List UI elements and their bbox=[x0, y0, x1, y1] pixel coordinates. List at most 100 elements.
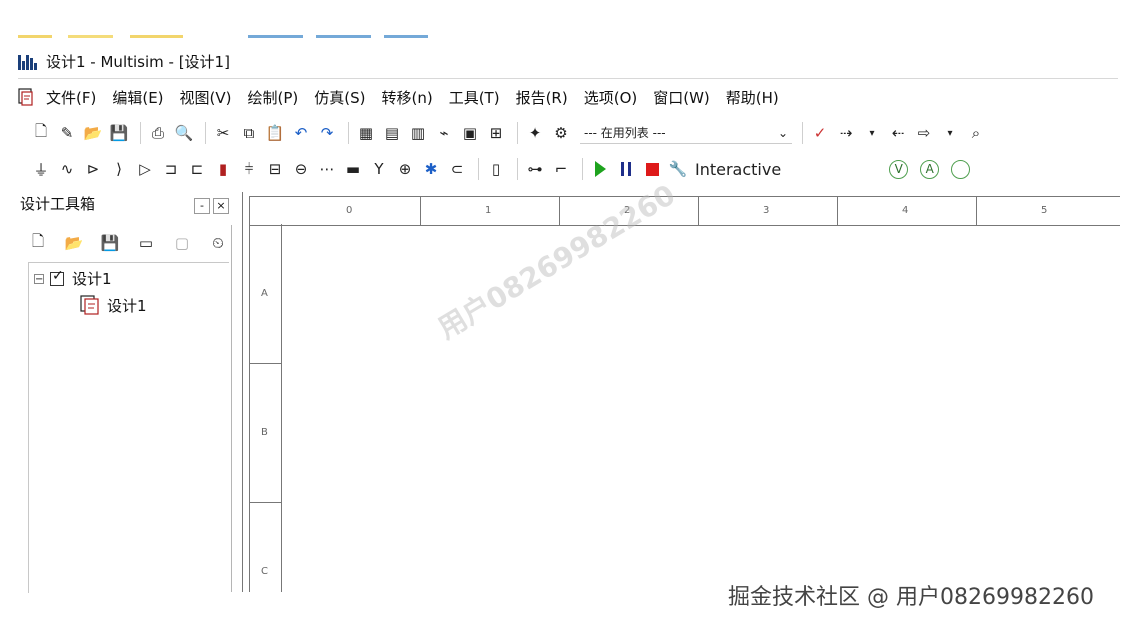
toolbar-separator bbox=[205, 122, 206, 144]
spreadsheet-icon[interactable]: ▤ bbox=[381, 123, 403, 143]
column-label: 0 bbox=[346, 205, 353, 216]
design-toolbox-icon[interactable]: ▦ bbox=[355, 123, 377, 143]
menu-transfer[interactable]: 转移(n) bbox=[381, 87, 432, 108]
top-color-strip bbox=[0, 0, 1137, 40]
grapher-icon[interactable]: ▥ bbox=[407, 123, 429, 143]
resistor-component-icon[interactable]: ∿ bbox=[56, 159, 78, 179]
open-file-icon[interactable]: ✎ bbox=[56, 123, 78, 143]
search-icon[interactable]: ⌕ bbox=[965, 123, 987, 143]
open-design-icon[interactable]: 📂 bbox=[63, 233, 85, 253]
copy-icon[interactable]: ⧉ bbox=[238, 123, 260, 143]
menu-options[interactable]: 选项(O) bbox=[584, 87, 638, 108]
dropdown-arrow-icon[interactable]: ▾ bbox=[861, 123, 883, 143]
misc-component-icon[interactable]: ⋯ bbox=[316, 159, 338, 179]
new-file-icon[interactable]: 🗋 bbox=[30, 122, 52, 143]
mcu-component-icon[interactable]: ▮ bbox=[212, 159, 234, 179]
ttl-component-icon[interactable]: ⊐ bbox=[160, 159, 182, 179]
tree-child-item[interactable]: 设计1 bbox=[79, 294, 147, 316]
pause-simulation-icon[interactable] bbox=[615, 159, 637, 179]
simulation-mode-label[interactable]: Interactive bbox=[695, 160, 781, 179]
place-component-icon[interactable]: ✦ bbox=[524, 123, 546, 143]
menu-tools[interactable]: 工具(T) bbox=[449, 87, 500, 108]
electromechanical-icon[interactable]: ⊕ bbox=[394, 159, 416, 179]
row-divider bbox=[250, 502, 281, 503]
menu-view[interactable]: 视图(V) bbox=[180, 87, 232, 108]
cmos-component-icon[interactable]: ⊏ bbox=[186, 159, 208, 179]
document-menu-icon[interactable] bbox=[16, 87, 36, 107]
cut-icon[interactable]: ✂ bbox=[212, 123, 234, 143]
menu-window[interactable]: 窗口(W) bbox=[653, 87, 710, 108]
power-probe-icon[interactable] bbox=[951, 159, 971, 179]
undo-icon[interactable]: ↶ bbox=[290, 123, 312, 143]
hierarchical-block-icon[interactable]: ▯ bbox=[485, 159, 507, 179]
erc-check-icon[interactable]: ✓ bbox=[809, 123, 831, 143]
menu-simulate[interactable]: 仿真(S) bbox=[314, 87, 365, 108]
wrench-icon[interactable]: 🔧 bbox=[667, 159, 689, 179]
dropdown-arrow-icon[interactable]: ▾ bbox=[939, 123, 961, 143]
run-simulation-icon[interactable] bbox=[589, 159, 611, 179]
tree-root-label: 设计1 bbox=[72, 270, 112, 288]
ni-component-icon[interactable]: ✱ bbox=[420, 159, 442, 179]
new-design-icon[interactable]: 🗋 bbox=[27, 232, 49, 253]
paste-icon[interactable]: 📋 bbox=[264, 123, 286, 143]
toolbar-separator bbox=[348, 122, 349, 144]
row-divider bbox=[250, 363, 281, 364]
column-label: 1 bbox=[485, 205, 492, 216]
source-component-icon[interactable]: ⏚ bbox=[30, 159, 52, 179]
power-component-icon[interactable]: ⊖ bbox=[290, 159, 312, 179]
calculator-icon[interactable]: ▣ bbox=[459, 123, 481, 143]
row-label: B bbox=[261, 427, 268, 438]
menu-edit[interactable]: 编辑(E) bbox=[112, 87, 163, 108]
delete-sheet-icon[interactable]: ▢ bbox=[171, 233, 193, 253]
print-icon[interactable]: ⎙ bbox=[147, 123, 169, 143]
forward-annotate-icon[interactable]: ⇠ bbox=[887, 123, 909, 143]
open-folder-icon[interactable]: 📂 bbox=[82, 123, 104, 143]
menu-file[interactable]: 文件(F) bbox=[46, 87, 96, 108]
probe-icon[interactable]: ⌐ bbox=[550, 159, 572, 179]
rf-component-icon[interactable]: Y bbox=[368, 159, 390, 179]
hierarchy-icon[interactable]: ⊞ bbox=[485, 123, 507, 143]
opamp-component-icon[interactable]: ▷ bbox=[134, 159, 156, 179]
waveform-icon[interactable]: ⌁ bbox=[433, 123, 455, 143]
footer-watermark: 掘金技术社区 @ 用户08269982260 bbox=[728, 585, 1094, 610]
connector-component-icon[interactable]: ⊂ bbox=[446, 159, 468, 179]
version-control-icon[interactable]: ⏲ bbox=[207, 233, 229, 253]
toolbar-separator bbox=[517, 158, 518, 180]
save-icon[interactable]: 💾 bbox=[108, 123, 130, 143]
transfer-icon[interactable]: ⇨ bbox=[913, 123, 935, 143]
window-title-bar: 设计1 - Multisim - [设计1] bbox=[18, 47, 1118, 75]
menu-place[interactable]: 绘制(P) bbox=[248, 87, 299, 108]
title-separator bbox=[18, 78, 1118, 79]
bus-icon[interactable]: ⊶ bbox=[524, 159, 546, 179]
toolbar-separator bbox=[802, 122, 803, 144]
mixed-component-icon[interactable]: ⫩ bbox=[238, 159, 260, 179]
menu-bar: 文件(F) 编辑(E) 视图(V) 绘制(P) 仿真(S) 转移(n) 工具(T… bbox=[16, 84, 795, 110]
save-design-icon[interactable]: 💾 bbox=[99, 233, 121, 253]
project-tree: − 设计1 设计1 bbox=[28, 262, 229, 593]
print-preview-icon[interactable]: 🔍 bbox=[173, 123, 195, 143]
back-annotate-icon[interactable]: ⇢ bbox=[835, 123, 857, 143]
diode-component-icon[interactable]: ⊳ bbox=[82, 159, 104, 179]
database-icon[interactable]: ⚙ bbox=[550, 123, 572, 143]
column-divider bbox=[698, 197, 699, 225]
voltage-probe-icon[interactable]: V bbox=[889, 159, 909, 179]
schematic-canvas[interactable]: 0 1 2 3 4 5 A B C bbox=[242, 192, 1120, 592]
tree-root-item[interactable]: − 设计1 bbox=[34, 268, 112, 289]
column-divider bbox=[420, 197, 421, 225]
indicator-component-icon[interactable]: ⊟ bbox=[264, 159, 286, 179]
menu-help[interactable]: 帮助(H) bbox=[726, 87, 779, 108]
panel-close-button[interactable]: × bbox=[213, 198, 229, 214]
advanced-peripherals-icon[interactable]: ▬ bbox=[342, 159, 364, 179]
toolbar-separator bbox=[582, 158, 583, 180]
tree-collapse-toggle[interactable]: − bbox=[34, 273, 44, 284]
new-sheet-icon[interactable]: ▭ bbox=[135, 233, 157, 253]
panel-minimize-button[interactable]: - bbox=[194, 198, 210, 214]
redo-icon[interactable]: ↷ bbox=[316, 123, 338, 143]
transistor-component-icon[interactable]: ⟩ bbox=[108, 159, 130, 179]
row-label: A bbox=[261, 288, 268, 299]
current-probe-icon[interactable]: A bbox=[920, 159, 940, 179]
window-title: 设计1 - Multisim - [设计1] bbox=[46, 52, 230, 71]
menu-reports[interactable]: 报告(R) bbox=[516, 87, 568, 108]
in-use-list-select[interactable]: --- 在用列表 --- ⌄ bbox=[580, 122, 792, 144]
column-divider bbox=[976, 197, 977, 225]
